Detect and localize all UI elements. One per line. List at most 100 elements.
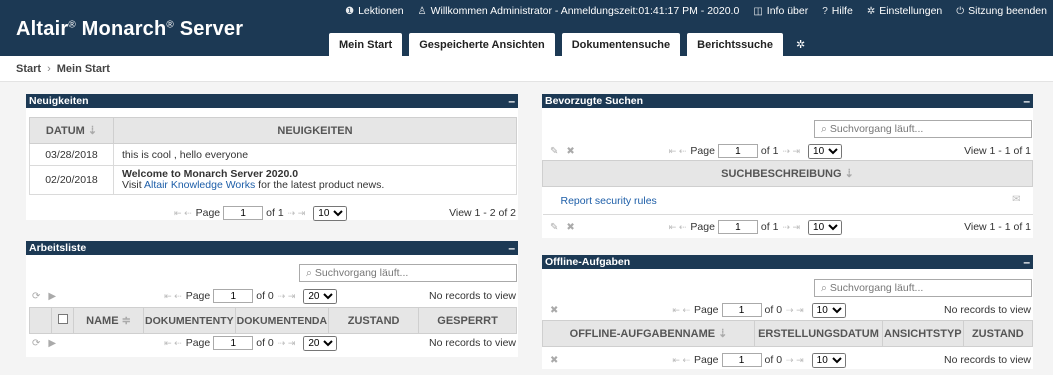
prev-page-icon[interactable]: ⇠ <box>682 355 690 365</box>
settings-link[interactable]: ✲ Einstellungen <box>867 5 942 17</box>
offline-col-name[interactable]: OFFLINE-AUFGABENNAME ⇣ <box>542 320 755 347</box>
prev-page-icon[interactable]: ⇠ <box>174 338 182 348</box>
next-page-icon[interactable]: ⇢ <box>786 305 794 315</box>
last-page-icon[interactable]: ⇥ <box>288 338 296 348</box>
offline-col-viewtype[interactable]: ANSICHTSTYP <box>882 320 964 347</box>
prev-page-icon[interactable]: ⇠ <box>184 208 192 218</box>
page-size-select[interactable]: 20 <box>303 288 338 304</box>
user-welcome: ♙ Willkommen Administrator - Anmeldungsze… <box>417 5 740 17</box>
play-icon[interactable]: ▶ <box>48 338 56 349</box>
news-minimize-button[interactable]: – <box>508 94 515 108</box>
favorites-panel: Bevorzugte Suchen – ⌕ Suchvorgang läuft...… <box>542 94 1033 238</box>
next-page-icon[interactable]: ⇢ <box>786 355 794 365</box>
page-input[interactable] <box>213 336 254 350</box>
delete-icon[interactable]: ✖ <box>566 222 574 233</box>
edit-icon[interactable]: ✎ <box>550 146 558 157</box>
first-page-icon[interactable]: ⇤ <box>164 338 172 348</box>
page-size-select[interactable]: 20 <box>303 335 338 351</box>
worklist-minimize-button[interactable]: – <box>508 241 515 255</box>
favorites-search-input[interactable]: ⌕ Suchvorgang läuft... <box>814 120 1032 138</box>
view-count: View 1 - 1 of 1 <box>964 221 1031 233</box>
page-input[interactable] <box>721 303 762 317</box>
page-size-select[interactable]: 10 <box>811 352 846 368</box>
first-page-icon[interactable]: ⇤ <box>669 222 677 232</box>
favorites-minimize-button[interactable]: – <box>1023 94 1030 108</box>
news-table: DATUM ⇣ NEUIGKEITEN 03/28/2018 this is c… <box>29 117 517 195</box>
prev-page-icon[interactable]: ⇠ <box>679 222 687 232</box>
delete-icon[interactable]: ✖ <box>550 305 558 316</box>
search-icon: ⌕ <box>821 282 827 294</box>
page-size-select[interactable]: 10 <box>808 143 843 159</box>
worklist-panel-header: Arbeitsliste – <box>26 241 518 255</box>
offline-panel-header: Offline-Aufgaben – <box>542 255 1033 269</box>
next-page-icon[interactable]: ⇢ <box>782 146 790 156</box>
worklist-search-input[interactable]: ⌕ Suchvorgang läuft... <box>299 264 517 282</box>
next-page-icon[interactable]: ⇢ <box>278 291 286 301</box>
delete-icon[interactable]: ✖ <box>566 146 574 157</box>
first-page-icon[interactable]: ⇤ <box>672 355 680 365</box>
worklist-col-name[interactable]: NAME ≑ <box>73 307 144 334</box>
worklist-col-status[interactable]: ZUSTAND <box>328 307 420 334</box>
last-page-icon[interactable]: ⇥ <box>793 222 801 232</box>
about-icon: ◫ <box>753 5 763 17</box>
tab-gespeicherte-ansichten[interactable]: Gespeicherte Ansichten <box>409 33 555 56</box>
mail-icon[interactable]: ✉ <box>1012 194 1020 205</box>
favorite-search-link[interactable]: Report security rules <box>561 195 657 207</box>
last-page-icon[interactable]: ⇥ <box>298 208 306 218</box>
tab-berichtssuche[interactable]: Berichtssuche <box>687 33 783 56</box>
news-panel-header: Neuigkeiten – <box>26 94 518 108</box>
last-page-icon[interactable]: ⇥ <box>793 146 801 156</box>
power-icon: ⏻ <box>956 5 965 17</box>
knowledge-works-link[interactable]: Altair Knowledge Works <box>144 179 255 191</box>
page-input[interactable] <box>717 220 758 234</box>
first-page-icon[interactable]: ⇤ <box>174 208 182 218</box>
about-link[interactable]: ◫ Info über <box>753 5 808 17</box>
edit-icon[interactable]: ✎ <box>550 222 558 233</box>
last-page-icon[interactable]: ⇥ <box>796 355 804 365</box>
refresh-icon[interactable]: ⟳ <box>32 338 40 349</box>
logout-link[interactable]: ⏻ Sitzung beenden <box>956 5 1047 17</box>
page-size-select[interactable]: 10 <box>313 205 348 221</box>
page-input[interactable] <box>721 353 762 367</box>
first-page-icon[interactable]: ⇤ <box>672 305 680 315</box>
favorites-panel-header: Bevorzugte Suchen – <box>542 94 1033 108</box>
page-size-select[interactable]: 10 <box>811 302 846 318</box>
next-page-icon[interactable]: ⇢ <box>278 338 286 348</box>
prev-page-icon[interactable]: ⇠ <box>174 291 182 301</box>
worklist-col-locked[interactable]: GESPERRT <box>418 307 517 334</box>
lessons-link[interactable]: ❶ Lektionen <box>345 5 404 17</box>
prev-page-icon[interactable]: ⇠ <box>682 305 690 315</box>
brand-logo: Altair® Monarch® Server <box>16 18 244 40</box>
last-page-icon[interactable]: ⇥ <box>288 291 296 301</box>
next-page-icon[interactable]: ⇢ <box>288 208 296 218</box>
sort-icon: ⇣ <box>87 125 98 137</box>
play-icon[interactable]: ▶ <box>48 291 56 302</box>
refresh-icon[interactable]: ⟳ <box>32 291 40 302</box>
tab-dokumentensuche[interactable]: Dokumentensuche <box>561 33 681 56</box>
page-input[interactable] <box>717 144 758 158</box>
offline-minimize-button[interactable]: – <box>1023 255 1030 269</box>
select-all-checkbox[interactable] <box>57 314 68 324</box>
news-col-date[interactable]: DATUM ⇣ <box>29 117 114 144</box>
last-page-icon[interactable]: ⇥ <box>796 305 804 315</box>
news-col-news[interactable]: NEUIGKEITEN <box>113 117 517 144</box>
first-page-icon[interactable]: ⇤ <box>164 291 172 301</box>
page-size-select[interactable]: 10 <box>808 219 843 235</box>
prev-page-icon[interactable]: ⇠ <box>679 146 687 156</box>
delete-icon[interactable]: ✖ <box>550 355 558 366</box>
worklist-col-docdate[interactable]: DOKUMENTENDA <box>234 307 330 334</box>
tab-mein-start[interactable]: Mein Start <box>329 33 403 56</box>
worklist-col-doctype[interactable]: DOKUMENTENTY <box>143 307 236 334</box>
tab-settings-gear-icon[interactable]: ✲ <box>790 33 811 56</box>
breadcrumb-current: Mein Start <box>56 63 110 75</box>
page-input[interactable] <box>223 206 264 220</box>
offline-col-created[interactable]: ERSTELLUNGSDATUM <box>754 320 883 347</box>
offline-col-status[interactable]: ZUSTAND <box>962 320 1034 347</box>
page-input[interactable] <box>213 289 254 303</box>
first-page-icon[interactable]: ⇤ <box>669 146 677 156</box>
help-link[interactable]: ? Hilfe <box>822 5 853 17</box>
breadcrumb-home[interactable]: Start <box>16 63 41 75</box>
offline-search-input[interactable]: ⌕ Suchvorgang läuft... <box>814 279 1032 297</box>
next-page-icon[interactable]: ⇢ <box>782 222 790 232</box>
favorites-col-description[interactable]: SUCHBESCHREIBUNG ⇣ <box>542 160 1033 187</box>
